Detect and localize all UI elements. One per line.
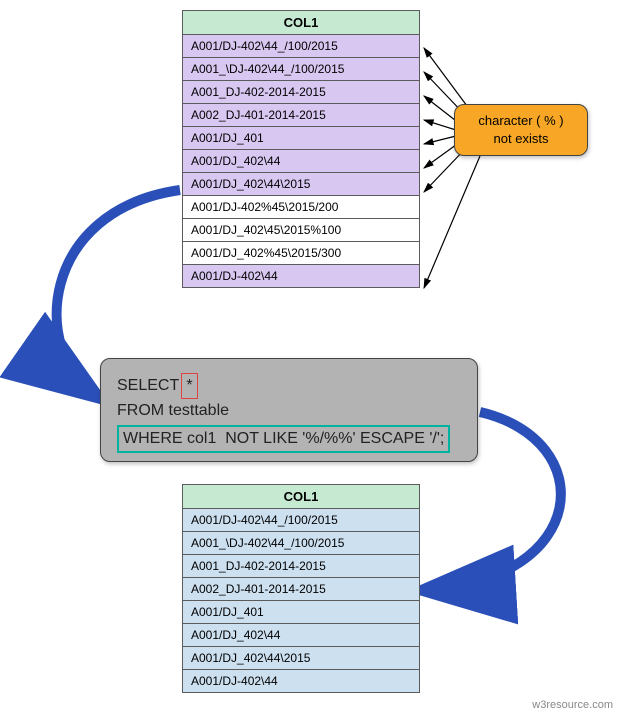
sql-select-keyword: SELECT — [117, 377, 179, 394]
sql-where-line: WHERE col1 NOT LIKE '%/%%' ESCAPE '/'; — [117, 425, 450, 453]
table-row: A001_DJ-402-2014-2015 — [183, 81, 420, 104]
table-row: A001/DJ_401 — [183, 127, 420, 150]
table-row: A001/DJ-402\44_/100/2015 — [183, 35, 420, 58]
table-row: A001/DJ-402\44 — [183, 670, 420, 693]
table-row: A001/DJ_402%45\2015/300 — [183, 242, 420, 265]
table-row: A001/DJ_402\44\2015 — [183, 173, 420, 196]
table-row: A001/DJ-402\44_/100/2015 — [183, 509, 420, 532]
table-row: A002_DJ-401-2014-2015 — [183, 578, 420, 601]
callout-note: character ( % ) not exists — [454, 104, 588, 156]
table-row: A001_\DJ-402\44_/100/2015 — [183, 532, 420, 555]
table-row: A001/DJ_402\45\2015%100 — [183, 219, 420, 242]
source-table-header: COL1 — [183, 11, 420, 35]
diagram-canvas: COL1 A001/DJ-402\44_/100/2015 A001_\DJ-4… — [0, 0, 637, 717]
sql-from-line: FROM testtable — [117, 399, 461, 423]
result-table-header: COL1 — [183, 485, 420, 509]
table-row: A002_DJ-401-2014-2015 — [183, 104, 420, 127]
result-table: COL1 A001/DJ-402\44_/100/2015 A001_\DJ-4… — [182, 484, 420, 693]
callout-line1: character ( % ) — [455, 112, 587, 130]
table-row: A001/DJ_402\44 — [183, 624, 420, 647]
table-row: A001/DJ_402\44\2015 — [183, 647, 420, 670]
sql-star: * — [181, 373, 197, 399]
sql-select-line: SELECT * — [117, 373, 461, 399]
table-row: A001/DJ-402%45\2015/200 — [183, 196, 420, 219]
credit-text: w3resource.com — [532, 699, 613, 711]
table-row: A001_DJ-402-2014-2015 — [183, 555, 420, 578]
source-table: COL1 A001/DJ-402\44_/100/2015 A001_\DJ-4… — [182, 10, 420, 288]
sql-query-box: SELECT * FROM testtable WHERE col1 NOT L… — [100, 358, 478, 462]
table-row: A001/DJ_402\44 — [183, 150, 420, 173]
table-row: A001_\DJ-402\44_/100/2015 — [183, 58, 420, 81]
table-row: A001/DJ-402\44 — [183, 265, 420, 288]
callout-line2: not exists — [455, 130, 587, 148]
table-row: A001/DJ_401 — [183, 601, 420, 624]
